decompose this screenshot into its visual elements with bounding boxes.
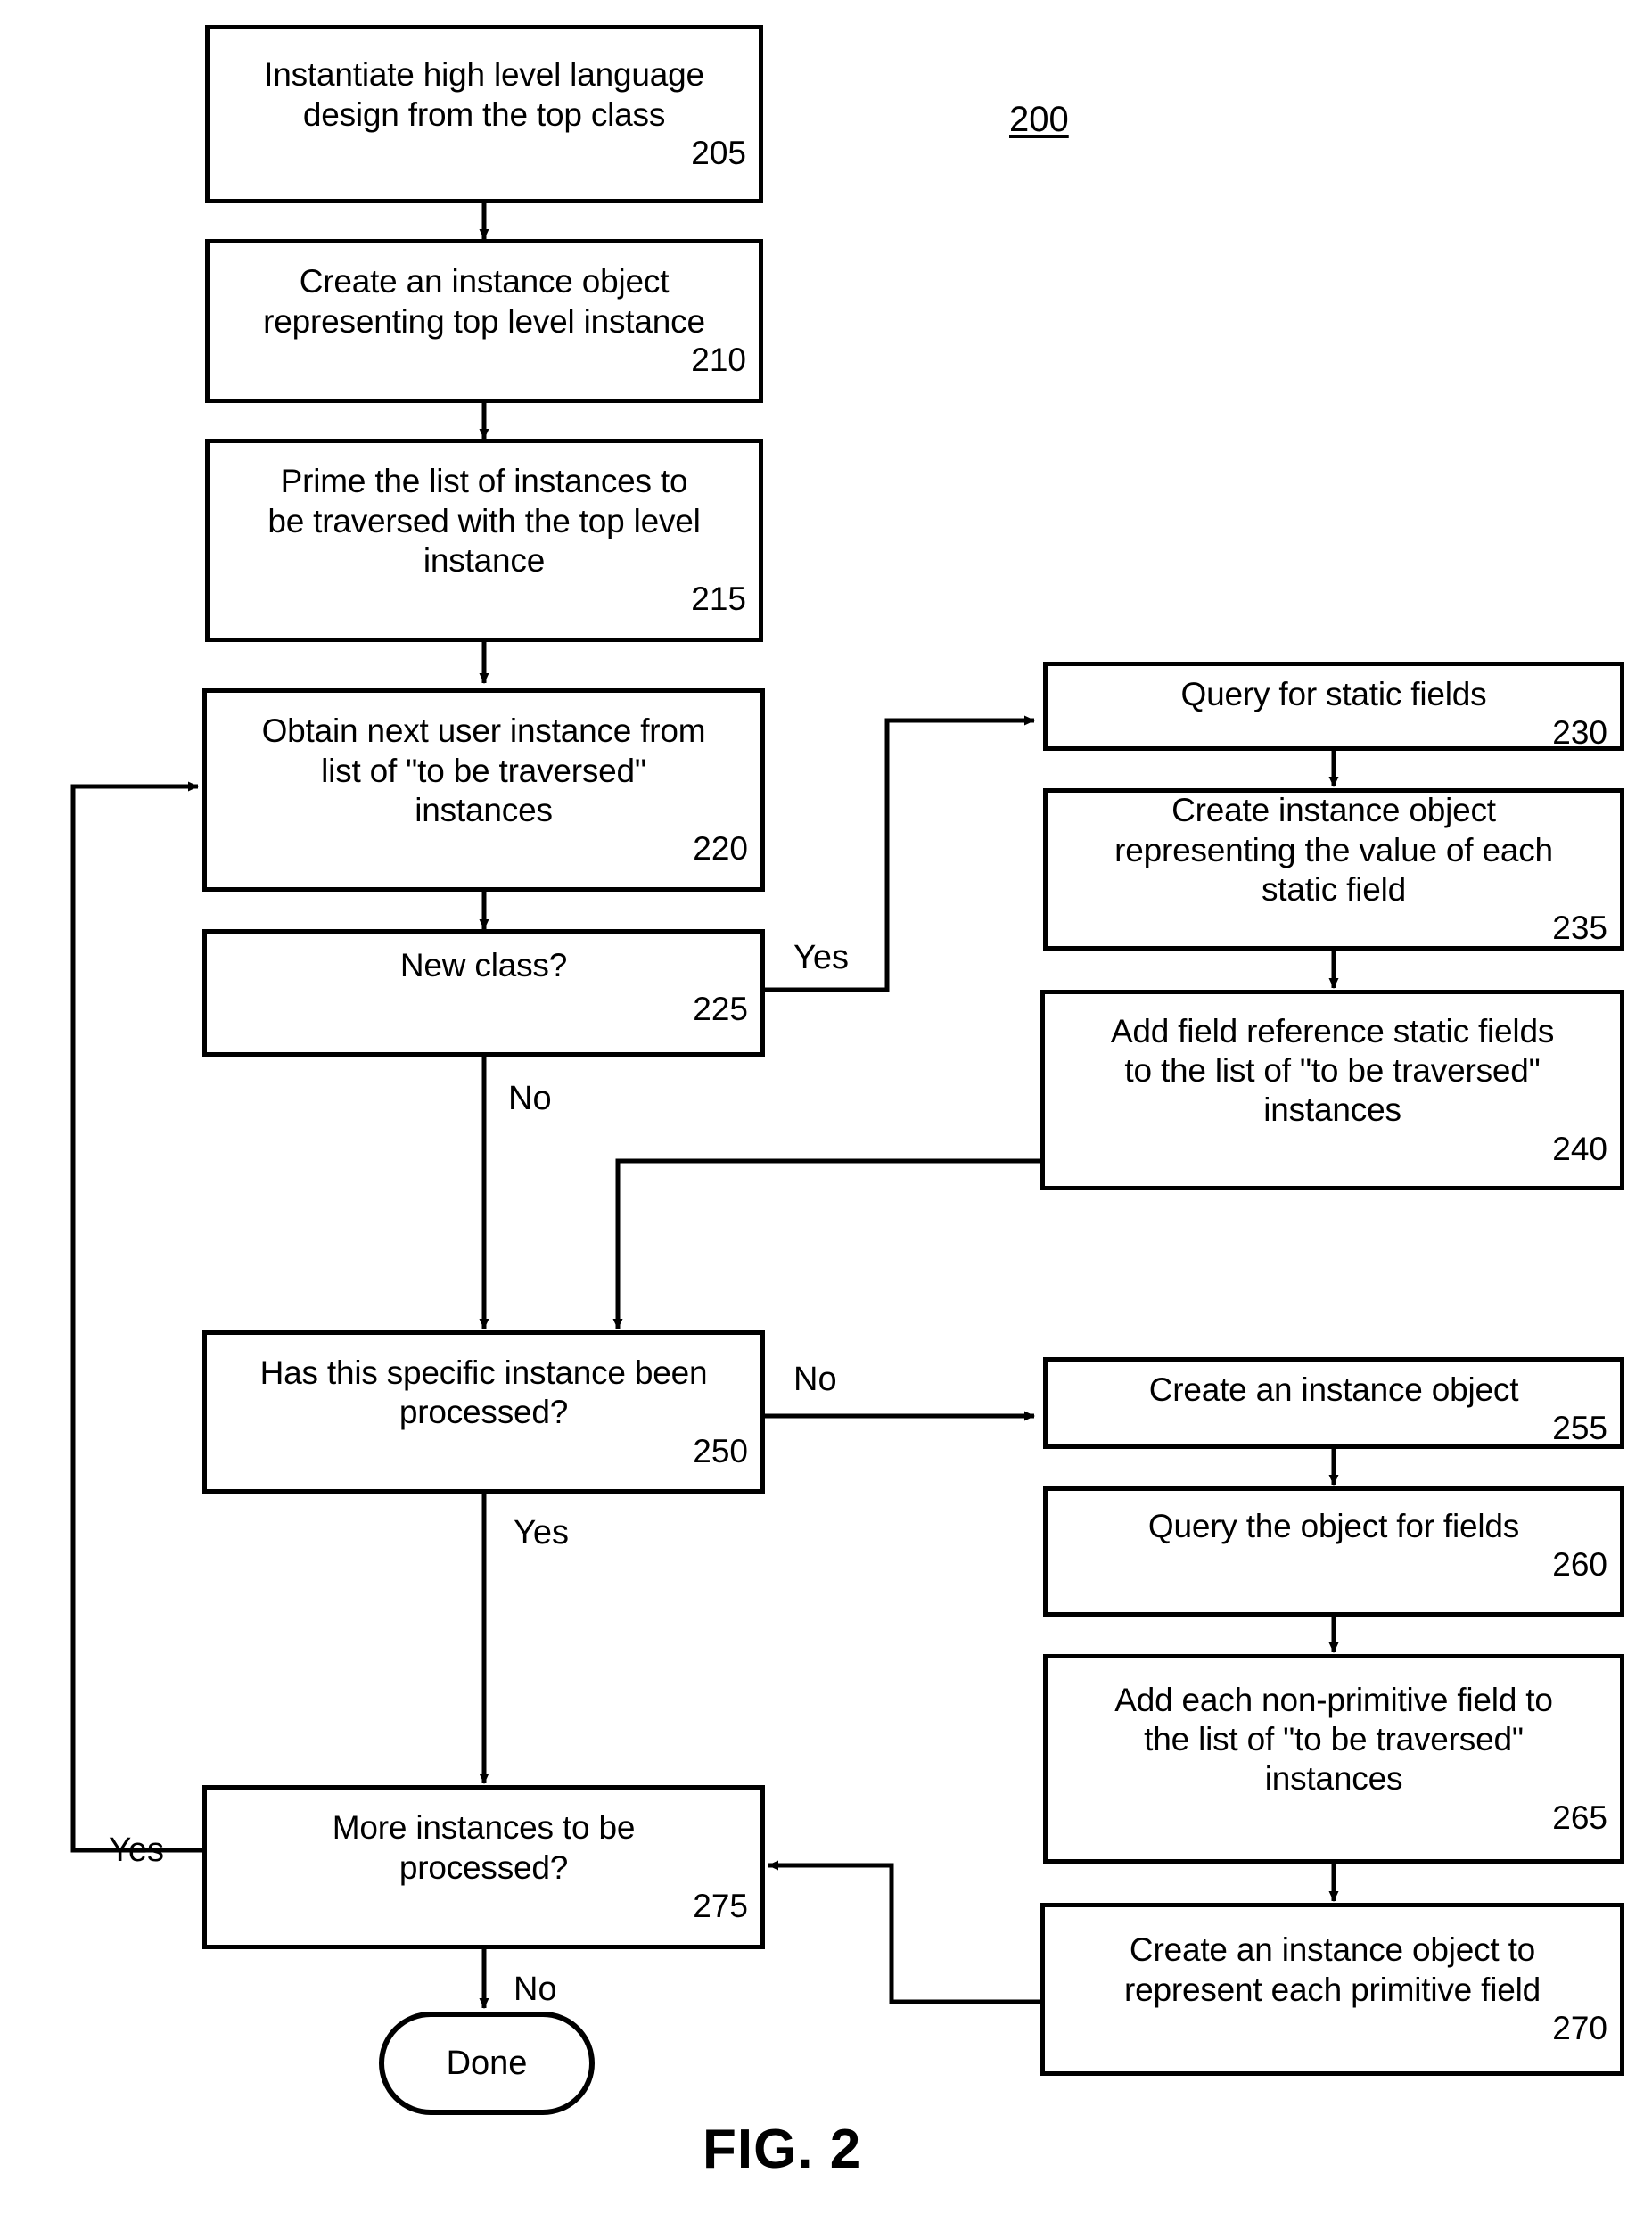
node-instantiate-design: Instantiate high level language design f… [205, 25, 763, 203]
node-reference: 270 [1552, 2010, 1607, 2047]
node-text: Create instance object representing the … [1114, 792, 1553, 908]
edge-label-more-instances-yes: Yes [109, 1831, 164, 1869]
node-reference: 215 [691, 580, 746, 618]
node-done-terminal: Done [379, 2012, 595, 2115]
node-add-non-primitive-fields: Add each non-primitive field to the list… [1043, 1654, 1624, 1864]
node-reference: 265 [1552, 1798, 1607, 1836]
node-instance-processed-decision: Has this specific instance been processe… [202, 1330, 765, 1494]
node-reference: 255 [1552, 1410, 1607, 1447]
node-reference: 260 [1552, 1546, 1607, 1584]
node-text: Query the object for fields [1147, 1508, 1520, 1544]
connector-275-yes-to-220 [70, 781, 203, 1853]
node-reference: 230 [1552, 714, 1607, 752]
node-text: Has this specific instance been processe… [259, 1354, 708, 1431]
figure-reference-numeral: 200 [1009, 100, 1069, 139]
node-text: Create an instance object [1148, 1371, 1519, 1408]
node-reference: 210 [691, 342, 746, 379]
node-text: Instantiate high level language design f… [264, 56, 704, 133]
node-more-instances-decision: More instances to be processed? 275 [202, 1785, 765, 1949]
node-text: Prime the list of instances to be traver… [267, 463, 701, 579]
node-create-top-level-instance-object: Create an instance object representing t… [205, 239, 763, 403]
node-text: Create an instance object representing t… [263, 263, 705, 340]
edge-label-more-instances-no: No [514, 1971, 557, 2008]
node-reference: 220 [693, 830, 748, 868]
node-reference: 235 [1552, 909, 1607, 947]
node-text: Query for static fields [1180, 676, 1487, 712]
node-reference: 240 [1552, 1130, 1607, 1167]
node-query-static-fields: Query for static fields 230 [1043, 662, 1624, 751]
node-add-field-reference-static-fields: Add field reference static fields to the… [1040, 990, 1624, 1190]
node-text: Create an instance object to represent e… [1124, 1931, 1541, 2008]
node-text: Add each non-primitive field to the list… [1114, 1681, 1553, 1798]
node-reference: 225 [693, 991, 748, 1028]
edge-label-processed-no: No [793, 1361, 837, 1398]
node-text: Obtain next user instance from list of "… [261, 712, 706, 828]
node-text: Add field reference static fields to the… [1110, 1012, 1555, 1129]
flowchart-page: 200 Instantiate high level language desi… [0, 0, 1652, 2214]
edge-label-processed-yes: Yes [514, 1514, 569, 1551]
edge-label-new-class-no: No [508, 1080, 552, 1117]
node-create-instance-object: Create an instance object 255 [1043, 1357, 1624, 1449]
node-prime-traversal-list: Prime the list of instances to be traver… [205, 439, 763, 642]
node-reference: 275 [693, 1888, 748, 1925]
figure-caption: FIG. 2 [703, 2119, 862, 2180]
node-text: New class? [399, 947, 568, 984]
node-new-class-decision: New class? 225 [202, 929, 765, 1057]
connector-270-to-275 [768, 1860, 1040, 2004]
node-text: More instances to be processed? [332, 1809, 636, 1886]
edge-label-new-class-yes: Yes [793, 939, 849, 976]
node-query-object-for-fields: Query the object for fields 260 [1043, 1486, 1624, 1617]
node-obtain-next-user-instance: Obtain next user instance from list of "… [202, 688, 765, 892]
node-reference: 250 [693, 1432, 748, 1469]
connector-240-to-250 [612, 1158, 1040, 1329]
node-text: Done [446, 2044, 528, 2082]
node-reference: 205 [691, 135, 746, 172]
node-create-primitive-field-object: Create an instance object to represent e… [1040, 1903, 1624, 2076]
node-create-static-field-value-object: Create instance object representing the … [1043, 788, 1624, 951]
